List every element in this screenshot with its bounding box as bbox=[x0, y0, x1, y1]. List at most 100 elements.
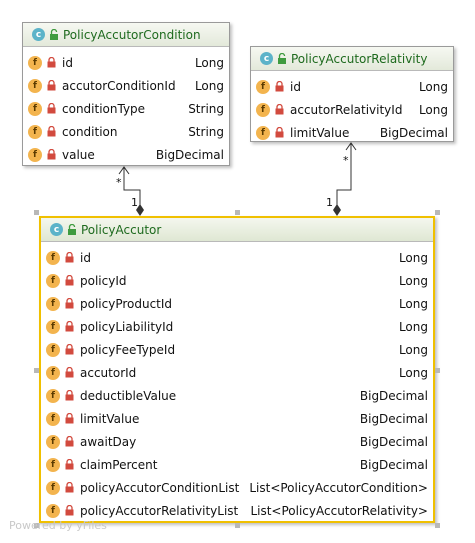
field-name: limitValue bbox=[80, 411, 140, 426]
field-row[interactable]: f conditionType String bbox=[23, 97, 229, 120]
field-name: accutorId bbox=[80, 365, 137, 380]
class-policy-accutor[interactable]: c PolicyAccutor f id Long f policyId Long f pol… bbox=[39, 216, 435, 523]
field-icon: f bbox=[28, 101, 42, 116]
private-lock-icon bbox=[275, 127, 284, 138]
edge-relativity-line bbox=[336, 143, 352, 208]
field-name: limitValue bbox=[290, 125, 350, 140]
private-lock-icon bbox=[65, 298, 74, 309]
field-row[interactable]: f accutorConditionId Long bbox=[23, 74, 229, 97]
field-row[interactable]: f policyFeeTypeId Long bbox=[41, 338, 433, 361]
field-icon: f bbox=[46, 480, 60, 495]
field-row[interactable]: f limitValue BigDecimal bbox=[251, 121, 453, 144]
field-list: f id Long f accutorConditionId Long f condition… bbox=[23, 47, 229, 169]
public-visibility-icon bbox=[50, 28, 58, 40]
private-lock-icon bbox=[65, 459, 74, 470]
selection-handle-right[interactable] bbox=[435, 368, 440, 373]
selection-handle-left[interactable] bbox=[34, 368, 39, 373]
field-type: List<PolicyAccutorRelativity> bbox=[250, 503, 428, 518]
field-type: String bbox=[188, 124, 224, 139]
field-row[interactable]: f claimPercent BigDecimal bbox=[41, 453, 433, 476]
field-row[interactable]: f policyAccutorConditionList List<PolicyAc… bbox=[41, 476, 433, 499]
field-icon: f bbox=[28, 124, 42, 139]
class-icon: c bbox=[260, 52, 273, 65]
selection-handle-top[interactable] bbox=[235, 210, 240, 215]
field-row[interactable]: f id Long bbox=[251, 75, 453, 98]
field-icon: f bbox=[256, 125, 270, 140]
class-name: PolicyAccutorCondition bbox=[63, 27, 201, 42]
edge-relativity-target-multiplicity: * bbox=[343, 154, 349, 167]
private-lock-icon bbox=[65, 321, 74, 332]
class-policy-accutor-relativity[interactable]: c PolicyAccutorRelativity f id Long f accuto… bbox=[250, 46, 454, 142]
field-type: BigDecimal bbox=[359, 411, 428, 426]
field-name: policyAccutorRelativityList bbox=[80, 503, 239, 518]
field-type: Long bbox=[398, 319, 428, 334]
field-type: Long bbox=[398, 365, 428, 380]
field-name: policyId bbox=[80, 273, 127, 288]
field-icon: f bbox=[46, 434, 60, 449]
field-row[interactable]: f deductibleValue BigDecimal bbox=[41, 384, 433, 407]
field-type: Long bbox=[398, 250, 428, 265]
field-row[interactable]: f policyLiabilityId Long bbox=[41, 315, 433, 338]
private-lock-icon bbox=[65, 390, 74, 401]
field-name: policyProductId bbox=[80, 296, 173, 311]
field-type: Long bbox=[418, 102, 448, 117]
field-icon: f bbox=[46, 250, 60, 265]
edge-relativity-diamond bbox=[333, 204, 341, 216]
field-name: policyLiabilityId bbox=[80, 319, 174, 334]
private-lock-icon bbox=[47, 57, 56, 68]
public-visibility-icon bbox=[68, 223, 76, 235]
class-header: c PolicyAccutorCondition bbox=[23, 23, 229, 47]
field-icon: f bbox=[46, 273, 60, 288]
field-name: policyAccutorConditionList bbox=[80, 480, 240, 495]
field-icon: f bbox=[28, 147, 42, 162]
selection-handle-bottom[interactable] bbox=[235, 523, 240, 528]
field-icon: f bbox=[46, 388, 60, 403]
field-name: awaitDay bbox=[80, 434, 137, 449]
field-row[interactable]: f condition String bbox=[23, 120, 229, 143]
field-row[interactable]: f accutorRelativityId Long bbox=[251, 98, 453, 121]
private-lock-icon bbox=[65, 275, 74, 286]
selection-handle-bottom-right[interactable] bbox=[435, 523, 440, 528]
private-lock-icon bbox=[65, 482, 74, 493]
private-lock-icon bbox=[275, 81, 284, 92]
field-type: BigDecimal bbox=[379, 125, 448, 140]
field-name: claimPercent bbox=[80, 457, 158, 472]
field-row[interactable]: f value BigDecimal bbox=[23, 143, 229, 166]
field-row[interactable]: f accutorId Long bbox=[41, 361, 433, 384]
edge-condition-target-multiplicity: * bbox=[116, 176, 122, 189]
field-icon: f bbox=[256, 102, 270, 117]
class-policy-accutor-condition[interactable]: c PolicyAccutorCondition f id Long f accutor… bbox=[22, 22, 230, 166]
field-row[interactable]: f awaitDay BigDecimal bbox=[41, 430, 433, 453]
field-row[interactable]: f policyProductId Long bbox=[41, 292, 433, 315]
field-row[interactable]: f limitValue BigDecimal bbox=[41, 407, 433, 430]
field-type: Long bbox=[398, 342, 428, 357]
field-type: Long bbox=[418, 79, 448, 94]
field-type: BigDecimal bbox=[359, 434, 428, 449]
field-type: BigDecimal bbox=[359, 457, 428, 472]
field-name: conditionType bbox=[62, 101, 146, 116]
private-lock-icon bbox=[47, 149, 56, 160]
field-name: id bbox=[80, 250, 91, 265]
class-icon: c bbox=[32, 28, 45, 41]
class-name: PolicyAccutorRelativity bbox=[291, 51, 428, 66]
selection-handle-top-right[interactable] bbox=[435, 210, 440, 215]
field-icon: f bbox=[46, 319, 60, 334]
field-icon: f bbox=[46, 411, 60, 426]
edge-relativity-source-multiplicity: 1 bbox=[326, 196, 333, 209]
field-type: Long bbox=[398, 273, 428, 288]
field-icon: f bbox=[46, 296, 60, 311]
field-row[interactable]: f policyId Long bbox=[41, 269, 433, 292]
field-icon: f bbox=[28, 55, 42, 70]
field-name: value bbox=[62, 147, 95, 162]
selection-handle-top-left[interactable] bbox=[34, 210, 39, 215]
field-row[interactable]: f id Long bbox=[23, 51, 229, 74]
field-icon: f bbox=[46, 503, 60, 518]
field-row[interactable]: f id Long bbox=[41, 246, 433, 269]
field-list: f id Long f policyId Long f policyProductId Long… bbox=[41, 242, 433, 525]
class-name: PolicyAccutor bbox=[81, 222, 162, 237]
private-lock-icon bbox=[275, 104, 284, 115]
field-list: f id Long f accutorRelativityId Long f limitVal… bbox=[251, 71, 453, 147]
field-type: String bbox=[188, 101, 224, 116]
public-visibility-icon bbox=[278, 52, 286, 64]
field-icon: f bbox=[46, 365, 60, 380]
